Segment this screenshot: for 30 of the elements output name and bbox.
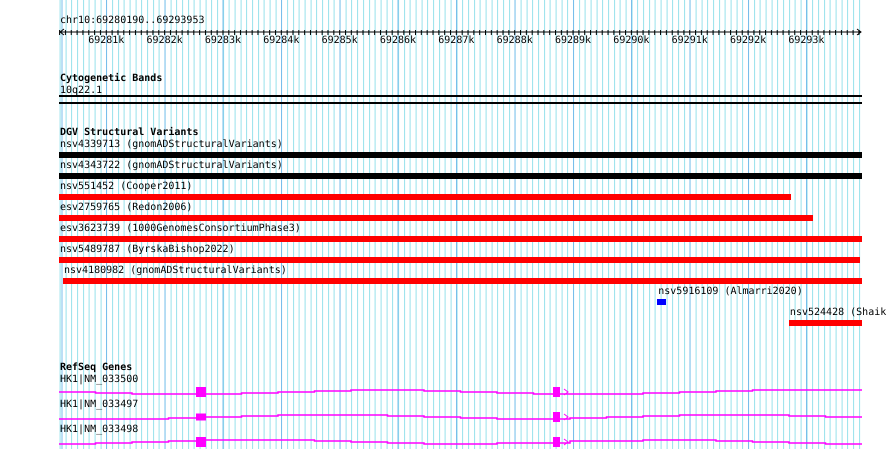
variant-label: nsv5916109 (Almarri2020): [658, 286, 803, 298]
variant-label: nsv4339713 (gnomADStructuralVariants): [60, 139, 283, 151]
track-title: DGV Structural Variants: [60, 127, 198, 139]
tick-label: 69288k: [496, 35, 533, 47]
gene-label: HK1|NM_033497: [60, 399, 138, 411]
tick-label: 69283k: [204, 35, 241, 47]
variant-label: nsv551452 (Cooper2011): [60, 181, 192, 193]
tick-label: 69285k: [322, 35, 358, 47]
tick-label: 69286k: [380, 35, 416, 47]
variant-label: esv3623739 (1000GenomesConsortiumPhase3): [60, 223, 301, 235]
tick-label: 69290k: [613, 35, 650, 47]
scale-title: chr10:69280190..69293953: [60, 15, 204, 27]
tick-label: 69291k: [672, 35, 708, 47]
tick-label: 69281k: [88, 35, 124, 47]
variant-label: nsv5489787 (ByrskaBishop2022): [60, 244, 235, 256]
gene-label: HK1|NM_033498: [60, 424, 138, 436]
variant-label: nsv4343722 (gnomADStructuralVariants): [60, 160, 283, 172]
variant-label: nsv4180982 (gnomADStructuralVariants): [64, 265, 287, 277]
track-title: RefSeq Genes: [60, 362, 132, 374]
band-label: 10q22.1: [60, 85, 102, 97]
track-title: Cytogenetic Bands: [60, 73, 162, 85]
tick-label: 69289k: [554, 35, 592, 47]
tick-label: 69287k: [438, 35, 474, 47]
tick-label: 69282k: [146, 35, 183, 47]
variant-label: nsv524428 (Shaik: [790, 307, 886, 319]
tick-label: 69293k: [788, 35, 824, 47]
gene-label: HK1|NM_033500: [60, 374, 138, 386]
tick-label: 69284k: [263, 35, 300, 47]
variant-label: esv2759765 (Redon2006): [60, 202, 192, 214]
tick-label: 69292k: [730, 35, 766, 47]
